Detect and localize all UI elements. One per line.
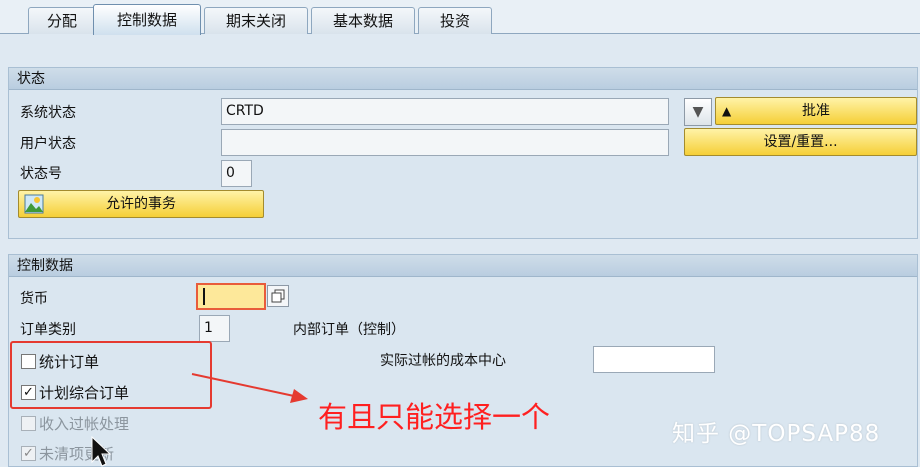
annotation-text: 有且只能选择一个 — [318, 400, 551, 434]
status-number-field[interactable]: 0 — [221, 160, 252, 187]
order-category-description: 内部订单（控制） — [293, 322, 405, 338]
revenue-posting-label: 收入过帐处理 — [39, 415, 130, 433]
order-category-field[interactable]: 1 — [199, 315, 230, 342]
tab-control-data[interactable]: 控制数据 — [93, 4, 201, 35]
tab-period-end-closing[interactable]: 期末关闭 — [204, 7, 308, 34]
status-number-label: 状态号 — [20, 166, 62, 182]
text-cursor — [203, 288, 205, 305]
approve-button-label: 批准 — [802, 103, 830, 119]
set-reset-button[interactable]: 设置/重置... — [684, 128, 917, 156]
status-dropdown-button[interactable]: ▼ — [684, 98, 712, 126]
user-status-label: 用户状态 — [20, 136, 76, 152]
tab-basic-data[interactable]: 基本数据 — [311, 7, 415, 34]
tab-investment[interactable]: 投资 — [418, 7, 492, 34]
checkmark-icon: ✓ — [21, 446, 36, 461]
tab-assignment[interactable]: 分配 — [28, 7, 96, 34]
control-data-group-title: 控制数据 — [9, 255, 917, 277]
approve-button[interactable]: ▲ 批准 — [715, 97, 917, 125]
landscape-icon — [24, 194, 44, 214]
allowed-transactions-button[interactable]: 允许的事务 — [18, 190, 264, 218]
triangle-down-icon: ▼ — [692, 104, 704, 120]
mouse-pointer-icon — [91, 436, 112, 467]
order-category-label: 订单类别 — [20, 322, 76, 338]
tab-bar: 分配 控制数据 期末关闭 基本数据 投资 — [0, 0, 920, 35]
system-status-label: 系统状态 — [20, 105, 76, 121]
triangle-up-icon: ▲ — [722, 104, 732, 118]
system-status-field[interactable]: CRTD — [221, 98, 669, 125]
currency-label: 货币 — [20, 291, 48, 307]
checkbox-box — [21, 416, 36, 431]
currency-field[interactable] — [196, 283, 266, 310]
user-status-field[interactable] — [221, 129, 669, 156]
actual-posted-cost-center-label: 实际过帐的成本中心 — [380, 353, 506, 369]
status-group-title: 状态 — [9, 68, 917, 90]
watermark: 知乎 @TOPSAP88 — [672, 421, 881, 447]
copy-icon[interactable] — [267, 285, 289, 307]
annotation-highlight-box — [10, 341, 212, 409]
actual-posted-cost-center-field[interactable] — [593, 346, 715, 373]
allowed-transactions-label: 允许的事务 — [106, 196, 176, 212]
revenue-posting-checkbox: 收入过帐处理 — [21, 413, 129, 434]
annotation-arrow — [191, 373, 308, 403]
